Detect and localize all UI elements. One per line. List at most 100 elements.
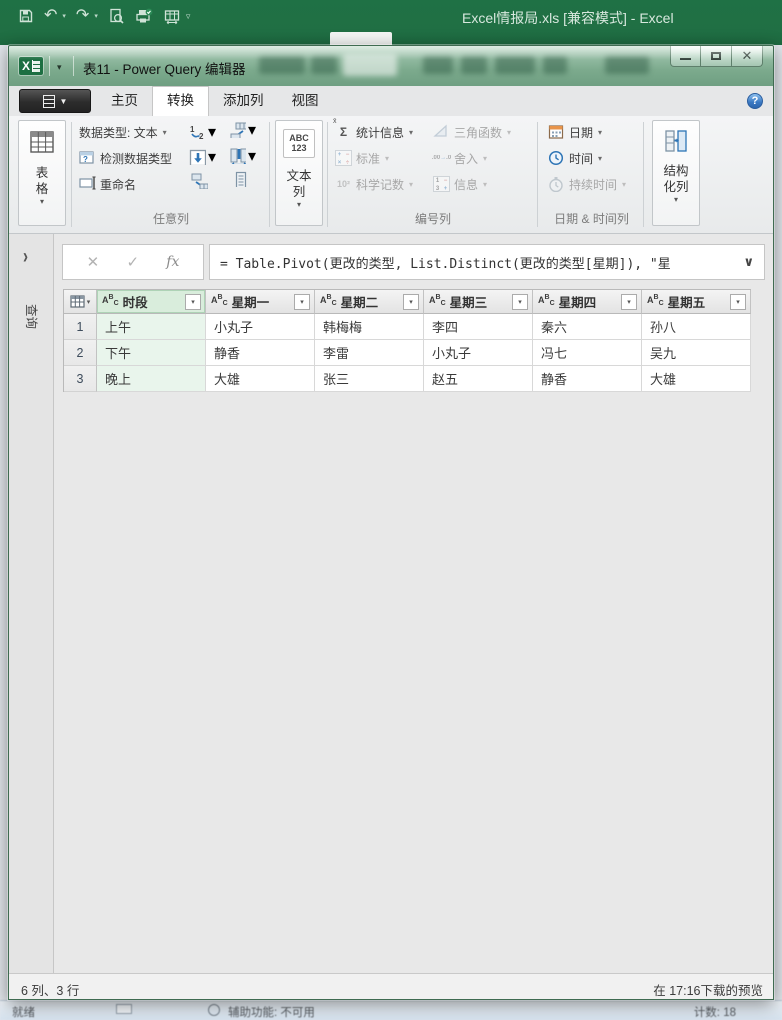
cell[interactable]: 孙八 <box>642 314 751 340</box>
detect-data-type-button[interactable]: ? 检测数据类型 <box>79 148 172 168</box>
row-number[interactable]: 3 <box>64 366 97 392</box>
group-label-any-column: 任意列 <box>73 210 269 227</box>
cancel-formula-icon[interactable]: ✕ <box>87 253 100 271</box>
pq-titlebar[interactable]: X ▾ 表11 - Power Query 编辑器 ✕ <box>9 46 773 86</box>
redo-icon[interactable]: ↷ <box>76 6 89 26</box>
cell[interactable]: 吴九 <box>642 340 751 366</box>
cell[interactable]: 秦六 <box>533 314 642 340</box>
maximize-button[interactable] <box>701 46 732 67</box>
macro-record-icon[interactable] <box>116 1004 132 1014</box>
cell[interactable]: 韩梅梅 <box>315 314 424 340</box>
column-header-星期五[interactable]: ABC 星期五 ▾ <box>642 290 751 314</box>
redo-caret-icon[interactable]: ▾ <box>94 12 98 20</box>
information-button[interactable]: 1−3+ 信息▾ <box>433 174 487 194</box>
fill-button[interactable]: ▾ <box>189 147 216 167</box>
help-button[interactable]: ? <box>747 93 763 109</box>
preview-downloaded-time: 在 17:16下载的预览 <box>653 980 763 999</box>
file-menu-icon <box>43 95 55 108</box>
text-type-icon: ABC <box>647 296 664 307</box>
save-icon[interactable] <box>18 8 34 24</box>
cell[interactable]: 小丸子 <box>206 314 315 340</box>
cell[interactable]: 静香 <box>533 366 642 392</box>
cell[interactable]: 赵五 <box>424 366 533 392</box>
cell[interactable]: 大雄 <box>206 366 315 392</box>
column-header-星期二[interactable]: ABC 星期二 ▾ <box>315 290 424 314</box>
cell[interactable]: 张三 <box>315 366 424 392</box>
rounding-icon: .00→.0 <box>433 150 450 166</box>
undo-caret-icon[interactable]: ▾ <box>62 12 66 20</box>
pivot-column-button[interactable] <box>191 173 208 189</box>
tab-home[interactable]: 主页 <box>97 86 152 116</box>
row-number[interactable]: 2 <box>64 340 97 366</box>
table-group-button[interactable]: 表格 ▾ <box>18 120 66 226</box>
cell[interactable]: 晚上 <box>97 366 206 392</box>
move-button[interactable]: ▾ <box>229 146 256 166</box>
queries-pane-label[interactable]: 查询 <box>23 304 42 329</box>
filter-dropdown-icon[interactable]: ▾ <box>185 294 201 310</box>
table-row: 2 下午 静香 李雷 小丸子 冯七 吴九 <box>64 340 751 366</box>
cell[interactable]: 大雄 <box>642 366 751 392</box>
filter-dropdown-icon[interactable]: ▾ <box>621 294 637 310</box>
cell[interactable]: 静香 <box>206 340 315 366</box>
quick-print-icon[interactable] <box>135 8 153 25</box>
text-column-group-button[interactable]: ABC 123 文本列 ▾ <box>275 120 323 226</box>
expand-formula-bar-icon[interactable]: ∨ <box>743 254 754 270</box>
filter-dropdown-icon[interactable]: ▾ <box>403 294 419 310</box>
table-icon <box>29 129 55 155</box>
cell[interactable]: 李四 <box>424 314 533 340</box>
fx-icon[interactable]: fx <box>166 254 179 270</box>
group-label-datetime-column: 日期 & 时间列 <box>540 210 643 227</box>
standard-button[interactable]: +−×÷ 标准▾ <box>335 148 389 168</box>
cell[interactable]: 下午 <box>97 340 206 366</box>
pq-window-title: 表11 - Power Query 编辑器 <box>83 58 246 78</box>
titlebar-customize-caret-icon[interactable]: ▾ <box>57 62 62 73</box>
unpivot-columns-button[interactable]: ▾ <box>229 120 256 140</box>
excel-app-icon: X <box>19 57 43 75</box>
caret-down-icon: ▾ <box>248 146 256 166</box>
file-menu-button[interactable]: ▼ <box>19 89 91 113</box>
formula-text[interactable]: = Table.Pivot(更改的类型, List.Distinct(更改的类型… <box>220 253 671 272</box>
scientific-button[interactable]: 10² 科学记数▾ <box>335 174 413 194</box>
close-button[interactable]: ✕ <box>732 46 763 67</box>
trigonometry-button[interactable]: 三角函数▾ <box>433 122 511 142</box>
commit-formula-icon[interactable]: ✓ <box>126 253 139 271</box>
tab-view[interactable]: 视图 <box>278 86 333 116</box>
table-icon <box>70 295 85 308</box>
tab-add-column[interactable]: 添加列 <box>209 86 278 116</box>
cell[interactable]: 李雷 <box>315 340 424 366</box>
expand-queries-icon[interactable]: › <box>23 245 28 269</box>
column-header-星期一[interactable]: ABC 星期一 ▾ <box>206 290 315 314</box>
row-number[interactable]: 1 <box>64 314 97 340</box>
cell[interactable]: 上午 <box>97 314 206 340</box>
time-button[interactable]: 时间▾ <box>548 148 602 168</box>
group-table: 表格 ▾ <box>13 116 71 233</box>
column-header-星期四[interactable]: ABC 星期四 ▾ <box>533 290 642 314</box>
close-icon: ✕ <box>742 48 753 64</box>
filter-dropdown-icon[interactable]: ▾ <box>730 294 746 310</box>
structured-column-group-button[interactable]: 结构化列 ▾ <box>652 120 700 226</box>
table-autofit-icon[interactable] <box>163 8 181 25</box>
data-type-button[interactable]: 数据类型: 文本▾ <box>79 122 167 142</box>
table-corner-button[interactable]: ▾ <box>64 290 97 314</box>
cell[interactable]: 冯七 <box>533 340 642 366</box>
replace-values-button[interactable]: 12 ▾ <box>189 122 216 142</box>
filter-dropdown-icon[interactable]: ▾ <box>294 294 310 310</box>
formula-input[interactable]: = Table.Pivot(更改的类型, List.Distinct(更改的类型… <box>209 244 765 280</box>
convert-to-list-button[interactable] <box>235 171 252 187</box>
caret-down-icon: ▾ <box>297 200 301 209</box>
tab-transform[interactable]: 转换 <box>152 86 209 116</box>
date-button[interactable]: 日期▾ <box>548 122 602 142</box>
column-header-时段[interactable]: ABC 时段 ▾ <box>97 290 206 314</box>
column-header-星期三[interactable]: ABC 星期三 ▾ <box>424 290 533 314</box>
customize-toolbar-icon[interactable]: ▿ <box>186 11 191 22</box>
statistics-button[interactable]: x̄Σ 统计信息▾ <box>335 122 413 142</box>
filter-dropdown-icon[interactable]: ▾ <box>512 294 528 310</box>
rounding-button[interactable]: .00→.0 舍入▾ <box>433 148 487 168</box>
print-preview-icon[interactable] <box>108 8 125 25</box>
rename-button[interactable]: 重命名 <box>79 174 136 194</box>
screen: ↶▾ ↷▾ ▿ Excel情报局.xls [兼容模式] - Excel 就绪 辅… <box>0 0 782 1020</box>
minimize-button[interactable] <box>670 46 701 67</box>
cell[interactable]: 小丸子 <box>424 340 533 366</box>
duration-button[interactable]: 持续时间▾ <box>548 174 626 194</box>
undo-icon[interactable]: ↶ <box>44 6 57 26</box>
